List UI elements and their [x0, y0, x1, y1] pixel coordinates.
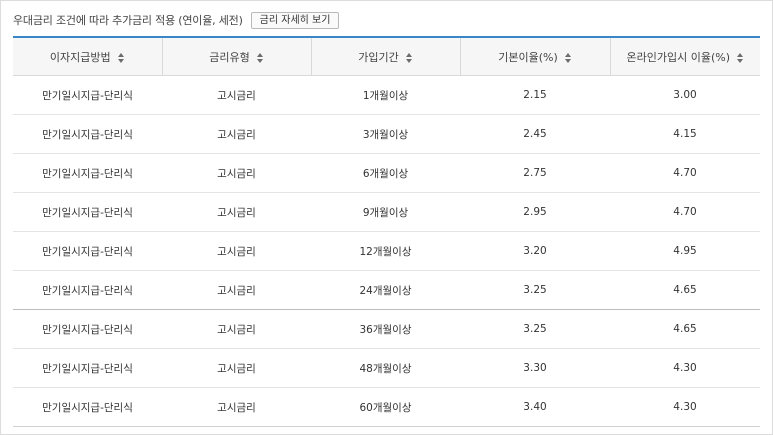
cell-base-rate: 3.25: [460, 309, 610, 349]
cell-payment-method: 만기일시지급-단리식: [13, 270, 162, 310]
column-header-rate-type[interactable]: 금리유형: [162, 37, 312, 76]
sort-icon[interactable]: [117, 52, 125, 63]
column-header-label: 가입기간: [358, 50, 399, 64]
cell-online-rate: 3.00: [610, 75, 760, 115]
sort-icon[interactable]: [405, 52, 413, 63]
cell-payment-method: 만기일시지급-단리식: [13, 192, 162, 232]
cell-term: 48개월이상: [311, 348, 460, 388]
cell-base-rate: 3.20: [460, 231, 610, 271]
table-header-row: 이자지급방법 금리유형 가입기간 기본이율(%) 온라인가입시 이율(%): [13, 37, 760, 76]
column-header-online-rate[interactable]: 온라인가입시 이율(%): [610, 37, 760, 76]
cell-rate-type: 고시금리: [162, 309, 311, 349]
table-row: 만기일시지급-단리식 고시금리 24개월이상 3.25 4.65: [13, 270, 760, 310]
cell-payment-method: 만기일시지급-단리식: [13, 75, 162, 115]
cell-base-rate: 2.45: [460, 114, 610, 154]
cell-base-rate: 2.95: [460, 192, 610, 232]
rate-detail-button[interactable]: 금리 자세히 보기: [250, 11, 340, 29]
table-row: 만기일시지급-단리식 고시금리 1개월이상 2.15 3.00: [13, 75, 760, 115]
cell-payment-method: 만기일시지급-단리식: [13, 231, 162, 271]
rate-condition-caption: 우대금리 조건에 따라 추가금리 적용 (연이율, 세전): [13, 14, 243, 27]
column-header-base-rate[interactable]: 기본이율(%): [460, 37, 611, 76]
cell-term: 6개월이상: [311, 153, 460, 193]
cell-online-rate: 4.95: [610, 231, 760, 271]
column-header-term[interactable]: 가입기간: [311, 37, 461, 76]
table-row: 만기일시지급-단리식 고시금리 36개월이상 3.25 4.65: [13, 309, 760, 349]
column-header-label: 금리유형: [209, 50, 250, 64]
cell-online-rate: 4.70: [610, 153, 760, 193]
cell-rate-type: 고시금리: [162, 153, 311, 193]
cell-rate-type: 고시금리: [162, 348, 311, 388]
cell-base-rate: 2.75: [460, 153, 610, 193]
column-header-label: 온라인가입시 이율(%): [626, 50, 731, 64]
cell-payment-method: 만기일시지급-단리식: [13, 153, 162, 193]
column-header-label: 이자지급방법: [49, 50, 111, 64]
table-row: 만기일시지급-단리식 고시금리 60개월이상 3.40 4.30: [13, 387, 760, 427]
rate-panel: 우대금리 조건에 따라 추가금리 적용 (연이율, 세전) 금리 자세히 보기 …: [0, 0, 773, 435]
column-header-label: 기본이율(%): [498, 50, 558, 64]
cell-online-rate: 4.30: [610, 387, 760, 427]
caption-row: 우대금리 조건에 따라 추가금리 적용 (연이율, 세전) 금리 자세히 보기: [13, 11, 340, 29]
cell-rate-type: 고시금리: [162, 387, 311, 427]
rate-table: 이자지급방법 금리유형 가입기간 기본이율(%) 온라인가입시 이율(%) 만기…: [13, 36, 760, 427]
cell-rate-type: 고시금리: [162, 114, 311, 154]
cell-online-rate: 4.30: [610, 348, 760, 388]
sort-icon[interactable]: [564, 52, 572, 63]
cell-term: 12개월이상: [311, 231, 460, 271]
table-row: 만기일시지급-단리식 고시금리 3개월이상 2.45 4.15: [13, 114, 760, 154]
column-header-payment-method[interactable]: 이자지급방법: [13, 37, 163, 76]
cell-online-rate: 4.70: [610, 192, 760, 232]
cell-base-rate: 2.15: [460, 75, 610, 115]
cell-payment-method: 만기일시지급-단리식: [13, 309, 162, 349]
sort-icon[interactable]: [256, 52, 264, 63]
cell-term: 9개월이상: [311, 192, 460, 232]
cell-online-rate: 4.65: [610, 270, 760, 310]
table-row: 만기일시지급-단리식 고시금리 12개월이상 3.20 4.95: [13, 231, 760, 271]
cell-payment-method: 만기일시지급-단리식: [13, 348, 162, 388]
cell-term: 24개월이상: [311, 270, 460, 310]
cell-payment-method: 만기일시지급-단리식: [13, 114, 162, 154]
cell-term: 1개월이상: [311, 75, 460, 115]
table-row: 만기일시지급-단리식 고시금리 9개월이상 2.95 4.70: [13, 192, 760, 232]
cell-base-rate: 3.30: [460, 348, 610, 388]
cell-rate-type: 고시금리: [162, 270, 311, 310]
cell-term: 60개월이상: [311, 387, 460, 427]
table-row: 만기일시지급-단리식 고시금리 48개월이상 3.30 4.30: [13, 348, 760, 388]
cell-term: 36개월이상: [311, 309, 460, 349]
cell-base-rate: 3.40: [460, 387, 610, 427]
cell-rate-type: 고시금리: [162, 192, 311, 232]
cell-rate-type: 고시금리: [162, 231, 311, 271]
cell-online-rate: 4.65: [610, 309, 760, 349]
cell-payment-method: 만기일시지급-단리식: [13, 387, 162, 427]
cell-online-rate: 4.15: [610, 114, 760, 154]
sort-icon[interactable]: [737, 52, 744, 63]
cell-base-rate: 3.25: [460, 270, 610, 310]
cell-term: 3개월이상: [311, 114, 460, 154]
cell-rate-type: 고시금리: [162, 75, 311, 115]
table-row: 만기일시지급-단리식 고시금리 6개월이상 2.75 4.70: [13, 153, 760, 193]
